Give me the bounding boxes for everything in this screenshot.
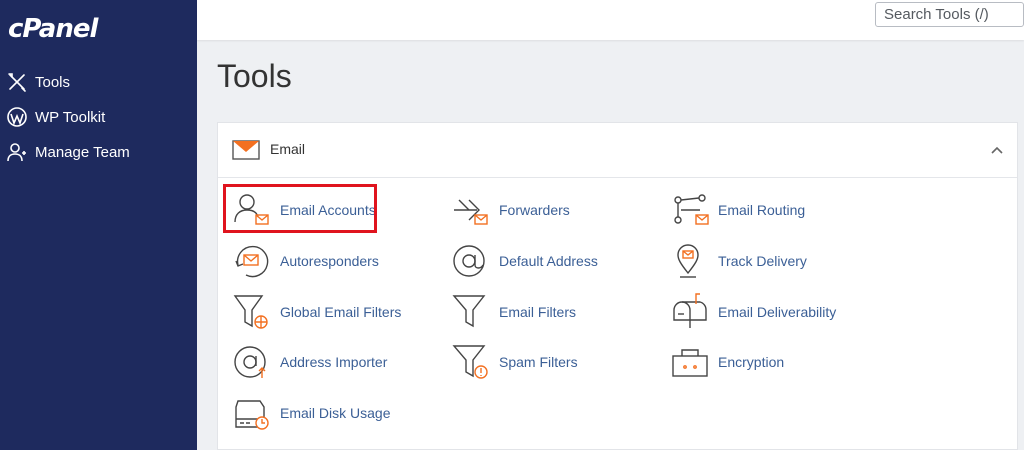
tool-email-filters[interactable]: Email Filters [451,292,576,332]
tool-email-disk-usage[interactable]: Email Disk Usage [232,393,390,433]
cpanel-logo[interactable]: cPanel [8,14,98,44]
forwarders-icon [451,190,493,230]
tool-label: Encryption [718,354,785,370]
tool-label: Track Delivery [718,253,807,269]
wordpress-icon [6,106,28,128]
tool-label: Global Email Filters [280,304,402,320]
default-address-icon [451,241,493,281]
sidebar-item-label: Manage Team [35,143,130,161]
email-deliverability-icon [670,292,712,332]
tool-email-routing[interactable]: Email Routing [670,190,805,230]
sidebar-item-manage-team[interactable]: Manage Team [6,138,130,166]
tool-encryption[interactable]: Encryption [670,342,784,382]
tool-email-deliverability[interactable]: Email Deliverability [670,292,836,332]
sidebar: cPanel Tools WP Toolkit Manage Team [0,0,197,450]
tool-label: Forwarders [499,202,570,218]
global-email-filters-icon [232,292,274,332]
tool-autoresponders[interactable]: Autoresponders [232,241,379,281]
tool-track-delivery[interactable]: Track Delivery [670,241,807,281]
tool-label: Email Disk Usage [280,405,391,421]
tool-label: Address Importer [280,354,388,370]
tool-label: Email Deliverability [718,304,837,320]
tool-label: Spam Filters [499,354,578,370]
tool-global-email-filters[interactable]: Global Email Filters [232,292,401,332]
manage-team-icon [6,141,28,163]
envelope-icon [232,139,260,161]
tool-address-importer[interactable]: Address Importer [232,342,387,382]
email-filters-icon [451,292,493,332]
track-delivery-icon [670,241,712,281]
email-section-header[interactable]: Email [218,123,1017,178]
sidebar-item-tools[interactable]: Tools [6,68,70,96]
tool-forwarders[interactable]: Forwarders [451,190,570,230]
page-title: Tools [217,58,292,94]
search-tools-input[interactable] [875,2,1024,27]
sidebar-item-wp-toolkit[interactable]: WP Toolkit [6,103,105,131]
email-disk-usage-icon [232,393,274,433]
tool-label: Default Address [499,253,598,269]
section-title: Email [270,141,306,157]
tool-label: Autoresponders [280,253,379,269]
tool-label: Email Filters [499,304,577,320]
address-importer-icon [232,342,274,382]
sidebar-item-label: Tools [35,73,71,91]
sidebar-item-label: WP Toolkit [35,108,106,126]
spam-filters-icon [451,342,493,382]
tool-label: Email Routing [718,202,806,218]
tool-default-address[interactable]: Default Address [451,241,598,281]
email-accounts-highlight-box [223,184,377,233]
chevron-up-icon[interactable] [989,142,1005,158]
tools-icon [6,71,28,93]
tool-spam-filters[interactable]: Spam Filters [451,342,578,382]
email-routing-icon [670,190,712,230]
encryption-icon [670,342,712,382]
autoresponders-icon [232,241,274,281]
